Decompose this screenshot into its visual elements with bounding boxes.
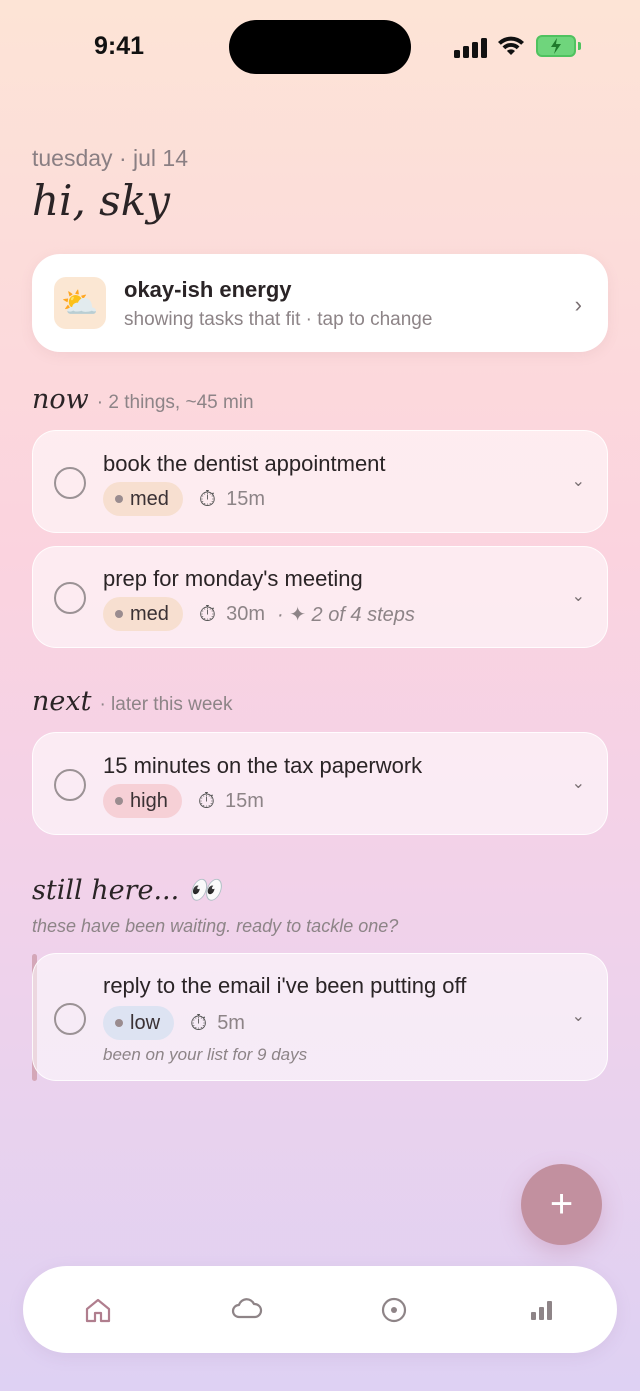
cloud-icon[interactable] xyxy=(229,1292,265,1328)
task-duration: ⏱ 5m xyxy=(190,1010,245,1036)
section-meta: · later this week xyxy=(99,694,233,715)
task-checkbox[interactable] xyxy=(54,467,86,499)
energy-badge-label: med xyxy=(130,487,169,510)
status-bar: 9:41 xyxy=(0,0,640,95)
task-duration: ⏱ 15m xyxy=(199,486,265,512)
energy-card[interactable]: ⛅ okay-ish energy showing tasks that fit… xyxy=(32,254,608,352)
energy-badge: med xyxy=(103,597,183,631)
status-time: 9:41 xyxy=(94,32,145,60)
task-checkbox[interactable] xyxy=(54,1003,86,1035)
task-checkbox[interactable] xyxy=(54,769,86,801)
stopwatch-icon: ⏱ xyxy=(190,1010,208,1035)
chevron-right-icon: › xyxy=(574,292,582,317)
dynamic-island xyxy=(229,20,411,74)
section-next: next · later this week xyxy=(32,686,233,717)
task-card[interactable]: prep for monday's meeting med ⏱ 30m · ✦ 2… xyxy=(32,546,608,648)
add-task-button[interactable]: + xyxy=(521,1164,602,1245)
stopwatch-icon: ⏱ xyxy=(198,601,217,626)
energy-badge: high xyxy=(103,784,182,818)
task-card[interactable]: 15 minutes on the tax paperwork high ⏱ 15… xyxy=(32,732,608,835)
plus-icon: + xyxy=(549,1182,574,1226)
battery-icon xyxy=(536,35,581,57)
section-now: now · 2 things, ~45 min xyxy=(32,384,254,415)
task-meta: med ⏱ 15m xyxy=(103,482,265,516)
energy-badge: med xyxy=(103,482,183,516)
task-card[interactable]: book the dentist appointment med ⏱ 15m ⌄ xyxy=(32,430,608,533)
energy-badge: low xyxy=(103,1006,175,1040)
duration-label: 5m xyxy=(217,1011,245,1034)
section-label: now xyxy=(32,384,89,415)
wifi-icon xyxy=(498,36,524,55)
task-duration: ⏱ 15m xyxy=(198,788,264,814)
date-label: tuesday · jul 14 xyxy=(32,145,188,171)
task-title: 15 minutes on the tax paperwork xyxy=(103,753,423,778)
task-meta: high ⏱ 15m xyxy=(103,784,264,818)
energy-title: okay-ish energy xyxy=(124,277,292,302)
energy-badge-label: med xyxy=(130,602,169,625)
section-still-here: still here... 👀 xyxy=(32,875,222,906)
home-icon[interactable] xyxy=(80,1292,116,1328)
stopwatch-icon: ⏱ xyxy=(198,486,217,511)
duration-label: 30m xyxy=(226,602,265,625)
chevron-down-icon[interactable]: ⌄ xyxy=(572,773,585,793)
stale-note: been on your list for 9 days xyxy=(103,1045,308,1064)
chevron-down-icon[interactable]: ⌄ xyxy=(572,586,585,606)
task-title: prep for monday's meeting xyxy=(103,566,363,591)
stopwatch-icon: ⏱ xyxy=(197,788,215,813)
duration-label: 15m xyxy=(226,487,265,510)
focus-icon[interactable] xyxy=(376,1292,412,1328)
task-duration: ⏱ 30m xyxy=(199,601,265,627)
energy-emoji: ⛅ xyxy=(61,286,99,320)
section-meta: · 2 things, ~45 min xyxy=(96,392,254,413)
energy-subtitle: showing tasks that fit · tap to change xyxy=(124,309,433,330)
energy-badge-label: high xyxy=(130,789,168,812)
signal-icon xyxy=(454,36,488,58)
task-meta: med ⏱ 30m · ✦ 2 of 4 steps xyxy=(103,597,415,631)
chevron-down-icon[interactable]: ⌄ xyxy=(572,471,585,491)
task-title: reply to the email i've been putting off xyxy=(103,973,467,998)
partly-cloudy-icon: ⛅ xyxy=(54,277,106,329)
duration-label: 15m xyxy=(224,789,264,812)
section-label: next xyxy=(32,686,92,717)
energy-badge-label: low xyxy=(130,1011,161,1034)
section-subtitle: these have been waiting. ready to tackle… xyxy=(32,916,399,936)
task-checkbox[interactable] xyxy=(54,582,86,614)
task-meta: low ⏱ 5m xyxy=(103,1006,245,1040)
tab-bar xyxy=(23,1266,617,1353)
stats-icon[interactable] xyxy=(523,1292,559,1328)
subtask-progress: · ✦ 2 of 4 steps xyxy=(276,603,415,626)
chevron-down-icon[interactable]: ⌄ xyxy=(572,1006,585,1026)
task-card[interactable]: reply to the email i've been putting off… xyxy=(32,953,608,1081)
task-title: book the dentist appointment xyxy=(103,451,386,476)
greeting: hi, sky xyxy=(32,176,170,225)
